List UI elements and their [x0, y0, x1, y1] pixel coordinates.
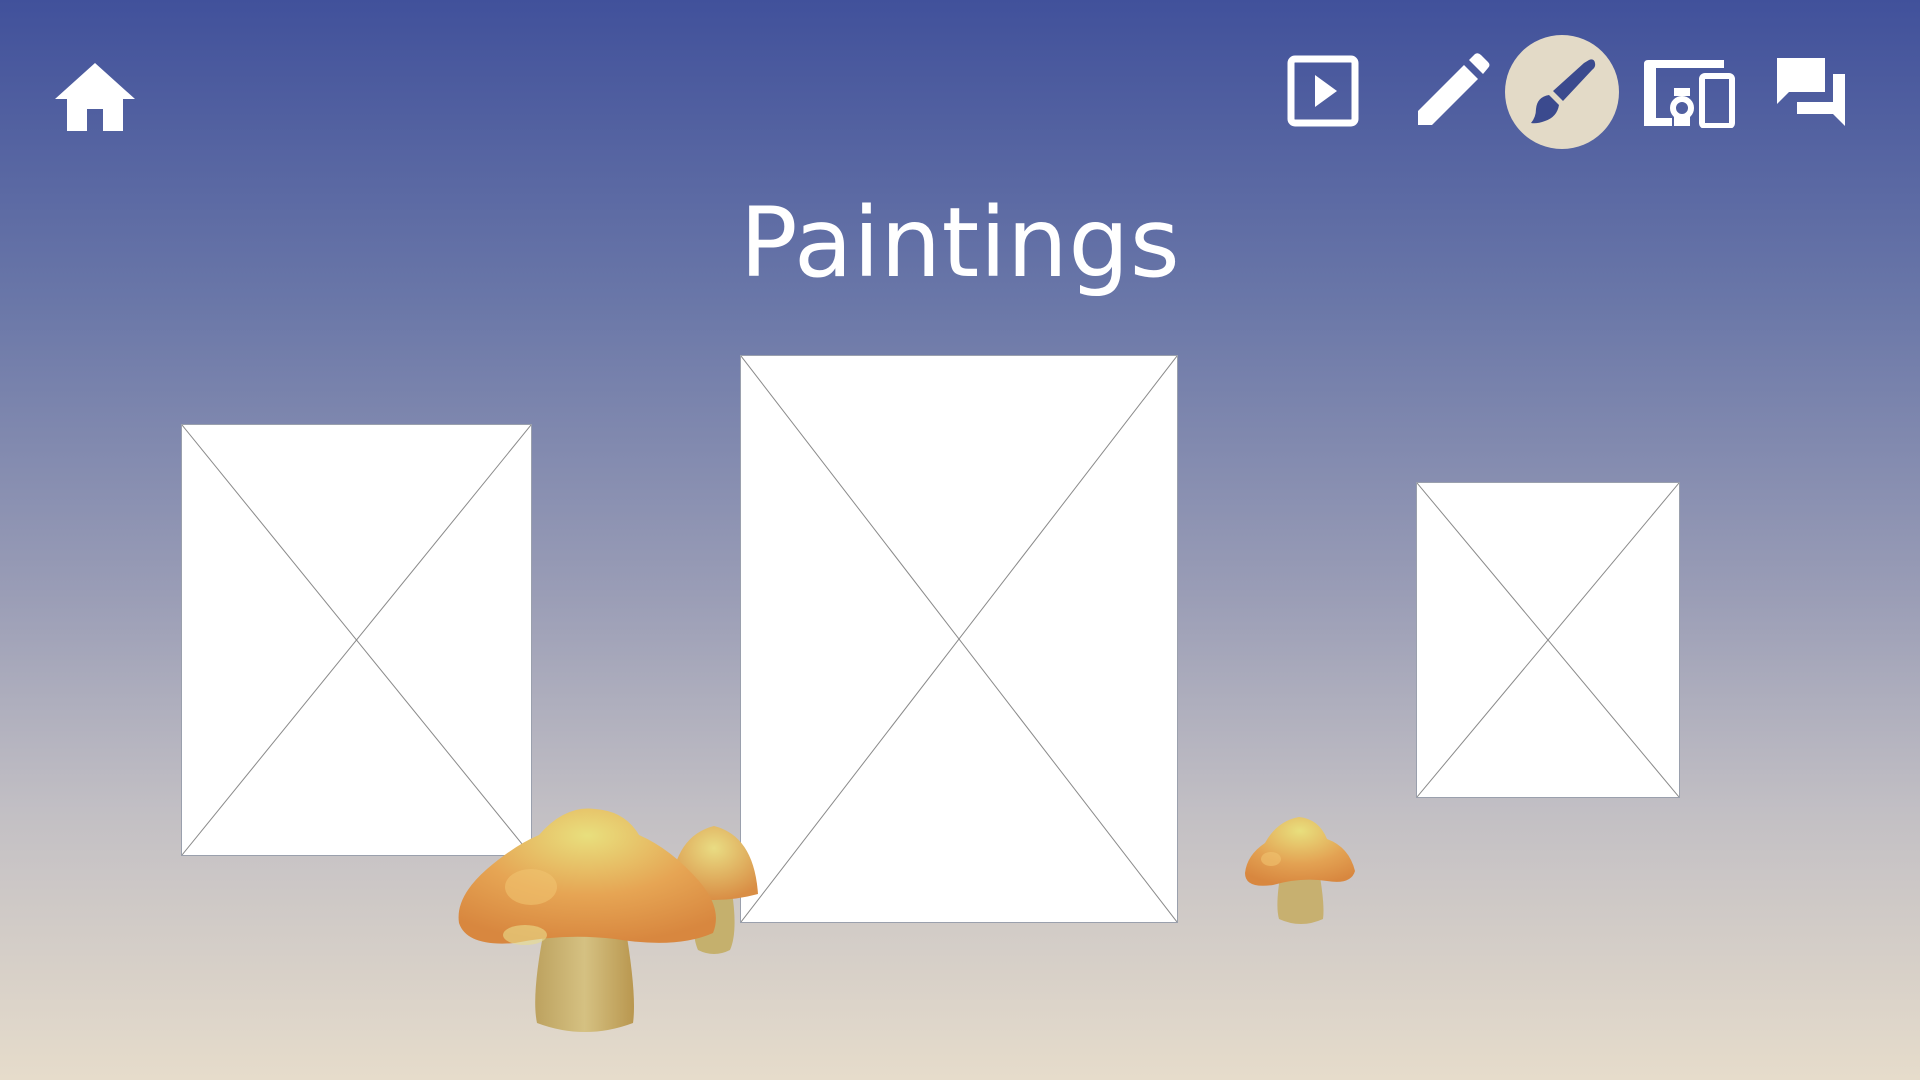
page-title: Paintings	[739, 187, 1181, 299]
image-placeholder-icon	[741, 356, 1177, 922]
image-placeholder-icon	[182, 425, 531, 855]
painting-placeholder[interactable]	[1416, 482, 1680, 798]
edit-button[interactable]	[1407, 50, 1497, 132]
play-box-icon	[1287, 55, 1359, 127]
pencil-icon	[1418, 53, 1490, 125]
image-placeholder-icon	[1417, 483, 1679, 797]
home-icon	[55, 63, 135, 131]
paintbrush-icon	[1531, 59, 1596, 124]
chat-icon	[1777, 58, 1845, 126]
mushroom-decoration	[1243, 815, 1358, 927]
paint-button[interactable]	[1505, 35, 1619, 149]
present-button[interactable]	[1280, 52, 1366, 130]
painting-placeholder[interactable]	[181, 424, 532, 856]
mushroom-decoration	[455, 805, 720, 1037]
painting-placeholder[interactable]	[740, 355, 1178, 923]
home-button[interactable]	[50, 52, 140, 142]
chat-button[interactable]	[1768, 52, 1854, 132]
devices-icon	[1644, 60, 1735, 128]
devices-button[interactable]	[1638, 52, 1738, 132]
